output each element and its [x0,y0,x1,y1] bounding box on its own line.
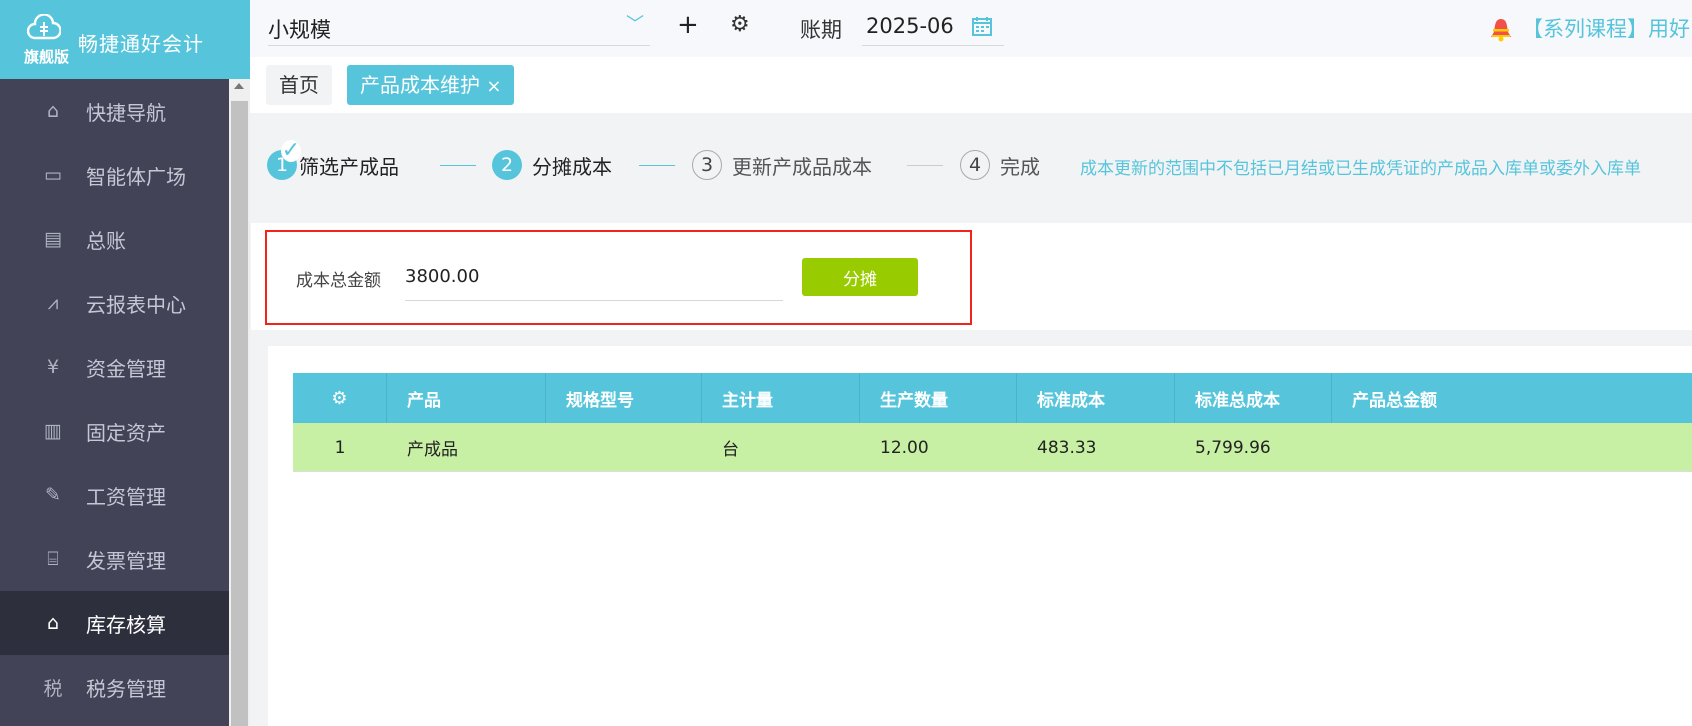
tab-label: 产品成本维护 [360,73,480,97]
ledger-icon: ▤ [44,228,62,250]
sidebar-item-1[interactable]: ▭ 智能体广场 [0,143,229,207]
table-cell [1332,423,1692,472]
step-connector [440,165,476,166]
column-header[interactable]: 标准成本 [1017,373,1175,423]
step-label: 筛选产成品 [299,154,399,179]
tab-bar: 首页 产品成本维护 × [250,57,1692,113]
tab-product-cost[interactable]: 产品成本维护 × [347,65,515,105]
account-set-value: 小规模 [268,18,331,42]
table-cell [546,423,702,472]
notice-link[interactable]: 【系列课程】用好 [1522,13,1690,43]
tax-icon: 税 [43,677,63,700]
step-3: 3 更新产成品成本 [692,150,872,180]
step-number: 4 [960,150,990,180]
tab-home[interactable]: 首页 [266,65,332,105]
close-icon[interactable]: × [486,76,501,97]
chevron-down-icon: ﹀ [626,14,644,35]
bell-icon[interactable] [1490,18,1512,42]
sidebar-item-label: 云报表中心 [86,292,186,317]
calendar-icon[interactable] [972,16,992,36]
column-header[interactable]: 产品 [387,373,546,423]
table-cell: 483.33 [1037,437,1097,458]
warehouse-icon: ⌂ [46,612,60,634]
table-cell: 产成品 [407,440,458,460]
sidebar-item-label: 快捷导航 [86,100,166,125]
total-cost-label: 成本总金额 [296,271,381,291]
sidebar-item-7[interactable]: ⌸ 发票管理 [0,527,229,591]
add-icon[interactable]: + [677,10,699,40]
sidebar-item-label: 库存核算 [86,612,166,637]
table-cell: 台 [722,440,739,460]
sidebar-item-label: 智能体广场 [86,164,186,189]
sidebar-item-4[interactable]: ¥ 资金管理 [0,335,229,399]
table-cell: 12.00 [880,437,929,458]
check-icon: 1 ✓ [267,140,301,180]
step-2: 2 分摊成本 [492,150,612,180]
sidebar-item-3[interactable]: ⩘ 云报表中心 [0,271,229,335]
step-1: 1 ✓ 筛选产成品 [267,140,399,180]
scroll-up-arrow-icon[interactable] [234,83,244,89]
step-4: 4 完成 [960,150,1040,180]
sidebar: ⌂ 快捷导航 ▭ 智能体广场 ▤ 总账 ⩘ 云报表中心 ¥ 资金管理 ▥ 固定资产 ✎ 工资管理 ⌸ 发票管理… [0,79,229,726]
top-bar: 小规模 ﹀ + ⚙ 账期 2025-06 【系列课程】用好 [250,0,1692,57]
sidebar-item-label: 工资管理 [86,484,166,509]
sidebar-item-label: 资金管理 [86,356,166,381]
column-settings-gear-icon[interactable]: ⚙ [293,373,387,423]
home-icon: ⌂ [46,100,60,122]
scrollbar-thumb[interactable] [231,101,248,726]
sidebar-item-label: 总账 [86,228,126,253]
chart-icon: ⩘ [47,292,59,314]
period-label: 账期 [800,18,842,42]
allocate-button[interactable]: 分摊 [802,258,918,296]
sidebar-item-label: 发票管理 [86,548,166,573]
step-number: 2 [492,150,522,180]
sidebar-item-label: 税务管理 [86,676,166,701]
step-label: 完成 [1000,154,1040,179]
sidebar-item-8[interactable]: ⌂ 库存核算 [0,591,229,655]
salary-icon: ✎ [45,484,61,506]
sidebar-item-5[interactable]: ▥ 固定资产 [0,399,229,463]
window-icon: ▭ [44,164,62,186]
sidebar-item-9[interactable]: 税税务管理 [0,655,229,719]
app-title: 畅捷通好会计 [78,32,204,56]
table-cell: 5,799.96 [1195,437,1271,458]
period-value: 2025-06 [866,14,954,38]
money-bag-icon: ¥ [46,356,60,378]
sidebar-item-0[interactable]: ⌂ 快捷导航 [0,79,229,143]
building-icon: ▥ [44,420,62,442]
cloud-logo-icon [27,14,61,40]
sidebar-item-2[interactable]: ▤ 总账 [0,207,229,271]
step-label: 分摊成本 [532,154,612,179]
sidebar-item-6[interactable]: ✎ 工资管理 [0,463,229,527]
row-index: 1 [334,437,346,458]
column-header[interactable]: 主计量 [702,373,860,423]
column-header[interactable]: 规格型号 [546,373,702,423]
tab-home-label: 首页 [279,73,319,97]
account-set-select[interactable]: 小规模 ﹀ [268,6,650,46]
total-cost-value: 3800.00 [405,266,480,287]
step-number: 3 [692,150,722,180]
sidebar-scrollbar[interactable] [229,79,250,726]
logo: 旗舰版 畅捷通好会计 [0,0,250,79]
gear-icon[interactable]: ⚙ [730,12,750,37]
column-header[interactable]: 产品总金额 [1332,373,1692,423]
step-connector [639,165,675,166]
sidebar-item-label: 固定资产 [86,420,166,445]
period-picker[interactable]: 2025-06 [862,6,1004,46]
step-hint: 成本更新的范围中不包括已月结或已生成凭证的产成品入库单或委外入库单 [1080,159,1641,179]
column-header[interactable]: 标准总成本 [1175,373,1332,423]
edition-label: 旗舰版 [24,48,70,66]
step-label: 更新产成品成本 [732,154,872,179]
total-cost-input[interactable]: 3800.00 [405,256,783,301]
column-header[interactable]: 生产数量 [860,373,1017,423]
step-connector [907,165,943,166]
invoice-icon: ⌸ [47,548,59,570]
